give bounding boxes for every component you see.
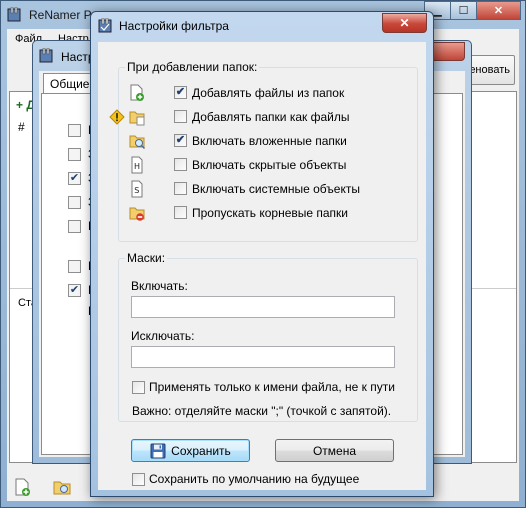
label-filename-only: Применять только к имени файла, не к пут…: [149, 380, 395, 394]
label-add-folders-as-files: Добавлять папки как файлы: [192, 110, 350, 124]
app-icon: [7, 7, 21, 22]
warning-icon: [109, 109, 125, 125]
add-file-icon[interactable]: [13, 478, 31, 496]
label-skip-root-folders: Пропускать корневые папки: [192, 206, 349, 220]
include-masks-label: Включать:: [131, 279, 188, 293]
save-button-label: Сохранить: [171, 443, 231, 458]
dialog-close-button[interactable]: ✕: [382, 13, 427, 33]
label-save-as-default: Сохранить по умолчанию на будущее: [149, 472, 360, 486]
option-include-hidden[interactable]: H Включать скрытые объекты: [119, 156, 419, 174]
checkbox-filename-only[interactable]: [132, 381, 145, 394]
close-icon: ✕: [399, 16, 410, 30]
settings-checkbox-3[interactable]: ✔: [68, 172, 81, 185]
folders-group-legend: При добавлении папок:: [125, 60, 260, 74]
maximize-button[interactable]: ☐: [450, 1, 477, 20]
close-icon: ✕: [493, 5, 504, 17]
filter-settings-dialog: Настройки фильтра ✕ При добавлении папок…: [90, 11, 434, 497]
exclude-masks-label: Исключать:: [131, 329, 195, 343]
folder-skip-icon: [129, 207, 145, 221]
option-include-system[interactable]: S Включать системные объекты: [119, 180, 419, 198]
add-folder-icon[interactable]: [53, 478, 71, 496]
window-controls: ▁ ☐ ✕: [424, 1, 521, 21]
masks-group: Маски: Включать: Исключать: Применять то…: [118, 251, 418, 422]
hidden-file-icon: H: [131, 156, 143, 174]
masks-group-legend: Маски:: [125, 251, 168, 265]
label-include-system: Включать системные объекты: [192, 182, 360, 196]
checkbox-add-folders-as-files[interactable]: [174, 110, 187, 123]
cancel-button[interactable]: Отмена: [275, 439, 394, 462]
dialog-body: При добавлении папок: ✔ Добавлять файлы …: [98, 42, 426, 490]
label-include-hidden: Включать скрытые объекты: [192, 158, 347, 172]
checkbox-skip-root-folders[interactable]: [174, 206, 187, 219]
checkbox-include-hidden[interactable]: [174, 158, 187, 171]
filter-dialog-icon: [98, 18, 112, 33]
minimize-icon: ▁: [433, 5, 442, 17]
svg-text:S: S: [134, 186, 139, 195]
column-header-number[interactable]: #: [18, 120, 25, 134]
checkbox-include-system[interactable]: [174, 182, 187, 195]
include-masks-input[interactable]: [131, 296, 395, 318]
folders-group: При добавлении папок: ✔ Добавлять файлы …: [109, 60, 419, 242]
system-file-icon: S: [131, 180, 143, 198]
file-add-icon: [130, 84, 144, 101]
settings-checkbox-2[interactable]: [68, 148, 81, 161]
label-include-subfolders: Включать вложенные папки: [192, 134, 347, 148]
settings-checkbox-7[interactable]: ✔: [68, 284, 81, 297]
label-add-files-from-folders: Добавлять файлы из папок: [192, 86, 345, 100]
folder-warning-icon: [129, 111, 145, 126]
checkbox-add-files-from-folders[interactable]: ✔: [174, 86, 187, 99]
option-skip-root-folders[interactable]: Пропускать корневые папки: [119, 204, 419, 222]
settings-app-icon: [39, 48, 53, 63]
cancel-button-label: Отмена: [312, 443, 357, 458]
checkbox-save-as-default[interactable]: [132, 473, 145, 486]
main-window-title: ReNamer P: [29, 8, 92, 22]
folder-search-icon: [129, 135, 145, 150]
settings-checkbox-6[interactable]: [68, 260, 81, 273]
maximize-icon: ☐: [458, 5, 469, 17]
option-add-folders-as-files[interactable]: Добавлять папки как файлы: [109, 108, 419, 126]
save-button[interactable]: Сохранить: [131, 439, 250, 462]
dialog-title: Настройки фильтра: [119, 19, 229, 33]
settings-checkbox-4[interactable]: [68, 196, 81, 209]
svg-text:H: H: [134, 162, 140, 171]
masks-separator-note: Важно: отделяйте маски ";" (точкой с зап…: [132, 404, 392, 418]
main-close-button[interactable]: ✕: [476, 1, 521, 20]
settings-checkbox-1[interactable]: [68, 124, 81, 137]
exclude-masks-input[interactable]: [131, 346, 395, 368]
option-include-subfolders[interactable]: ✔ Включать вложенные папки: [119, 132, 419, 150]
floppy-disk-icon: [150, 443, 166, 458]
settings-checkbox-5[interactable]: [68, 220, 81, 233]
checkbox-include-subfolders[interactable]: ✔: [174, 134, 187, 147]
option-add-files-from-folders[interactable]: ✔ Добавлять файлы из папок: [119, 84, 419, 102]
